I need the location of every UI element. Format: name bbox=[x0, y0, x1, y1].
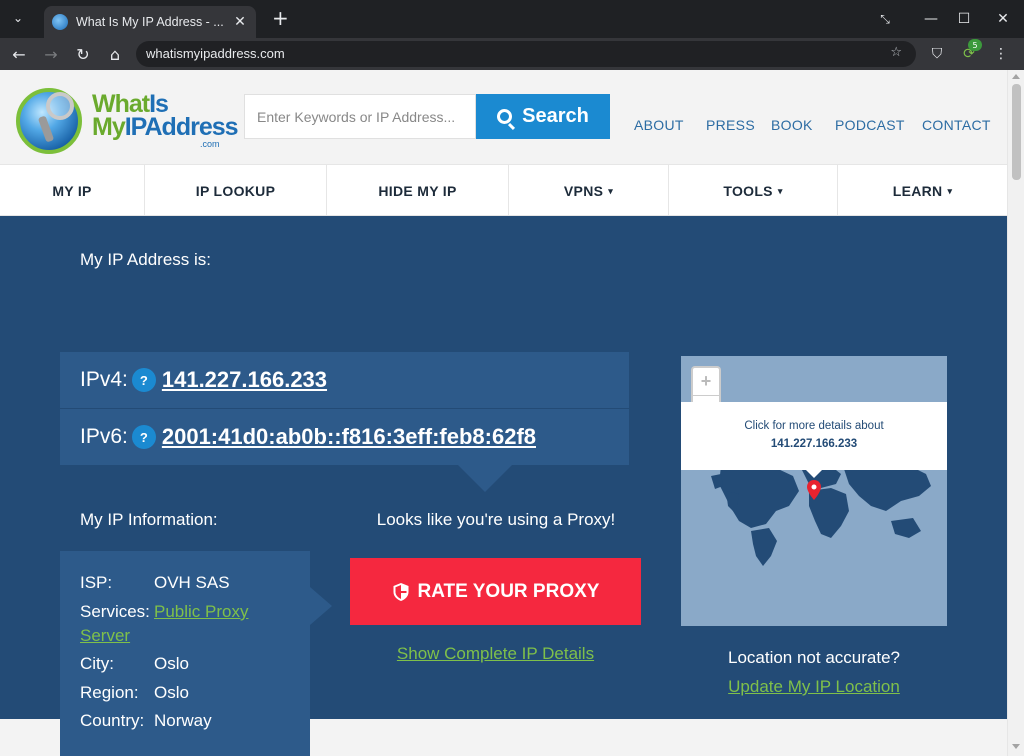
update-location-link[interactable]: Update My IP Location bbox=[681, 677, 947, 697]
location-map[interactable]: + − Click for more details about 141.227… bbox=[681, 356, 947, 626]
city-key: City: bbox=[80, 654, 114, 673]
search-button-label: Search bbox=[522, 105, 589, 127]
search-icon bbox=[497, 109, 513, 124]
services-link[interactable]: Public Proxy bbox=[154, 602, 248, 622]
browser-tab[interactable]: What Is My IP Address - ... ✕ bbox=[44, 6, 256, 38]
search-input[interactable] bbox=[245, 95, 475, 138]
browser-tab-bar: ⌄ What Is My IP Address - ... ✕ + ⤡ — ☐ … bbox=[0, 0, 1024, 38]
services-link-line2[interactable]: Server bbox=[80, 626, 130, 646]
scroll-thumb[interactable] bbox=[1012, 84, 1021, 180]
help-icon[interactable]: ? bbox=[131, 425, 156, 449]
nav-learn[interactable]: LEARN ▾ bbox=[838, 165, 1007, 217]
popup-tip bbox=[806, 470, 822, 478]
ipv6-row: IPv6: ? 2001:41d0:ab0b::f816:3eff:feb8:6… bbox=[60, 409, 629, 465]
region-key: Region: bbox=[80, 683, 139, 702]
maximize-icon[interactable]: ☐ bbox=[953, 8, 975, 30]
caret-down-icon: ▾ bbox=[608, 185, 614, 196]
nav-tools[interactable]: TOOLS ▾ bbox=[669, 165, 838, 217]
logo-suffix: .com bbox=[200, 139, 220, 149]
nav-ip-lookup[interactable]: IP LOOKUP bbox=[145, 165, 327, 217]
services-key: Services: bbox=[80, 602, 150, 621]
popup-ip: 141.227.166.233 bbox=[770, 438, 858, 450]
pointer-arrow bbox=[458, 465, 512, 492]
forward-icon[interactable]: → bbox=[40, 43, 62, 65]
ipv4-row: IPv4: ? 141.227.166.233 bbox=[60, 352, 629, 408]
shield-icon bbox=[393, 582, 409, 601]
info-pointer-arrow bbox=[310, 587, 332, 625]
about-link[interactable]: ABOUT bbox=[634, 117, 684, 133]
ip-info-box: ISP: OVH SAS Services: Public Proxy Serv… bbox=[60, 551, 310, 756]
ipv4-label: IPv4: bbox=[80, 368, 128, 391]
menu-icon[interactable]: ⋮ bbox=[990, 43, 1012, 65]
nav-hide-my-ip[interactable]: HIDE MY IP bbox=[327, 165, 509, 217]
shield-extension-icon[interactable]: ⛉ bbox=[926, 43, 948, 65]
logo-text-line2: MyIPAddress bbox=[92, 113, 239, 141]
scroll-down-icon[interactable] bbox=[1012, 744, 1020, 749]
press-link[interactable]: PRESS bbox=[706, 117, 755, 133]
caret-down-icon: ▾ bbox=[947, 185, 953, 196]
city-value: Oslo bbox=[154, 654, 189, 673]
ipv6-address[interactable]: 2001:41d0:ab0b::f816:3eff:feb8:62f8 bbox=[162, 424, 536, 450]
home-icon[interactable]: ⌂ bbox=[104, 43, 126, 65]
location-question: Location not accurate? bbox=[727, 648, 900, 667]
reload-icon[interactable]: ↻ bbox=[72, 43, 94, 65]
ipv4-address[interactable]: 141.227.166.233 bbox=[162, 367, 327, 393]
proxy-notice: Looks like you're using a Proxy! bbox=[376, 510, 616, 529]
book-link[interactable]: BOOK bbox=[771, 117, 813, 133]
search-field[interactable] bbox=[244, 94, 476, 139]
minimize-icon[interactable]: — bbox=[920, 8, 942, 30]
help-icon[interactable]: ? bbox=[131, 368, 156, 392]
ipv6-label: IPv6: bbox=[80, 425, 128, 448]
map-pin-icon[interactable] bbox=[807, 480, 821, 500]
site-header: WhatIs MyIPAddress .com Search ABOUT PRE… bbox=[0, 70, 1007, 164]
isp-value: OVH SAS bbox=[154, 573, 230, 592]
fullscreen-icon[interactable]: ⤡ bbox=[874, 8, 896, 30]
magnifier-icon bbox=[46, 92, 74, 120]
url-text: whatismyipaddress.com bbox=[146, 46, 285, 61]
region-value: Oslo bbox=[154, 683, 189, 702]
main-nav: MY IP IP LOOKUP HIDE MY IP VPNS ▾ TOOLS ▾ … bbox=[0, 164, 1007, 217]
zoom-in-button[interactable]: + bbox=[693, 368, 719, 396]
my-ip-heading: My IP Address is: bbox=[80, 250, 212, 269]
country-value: Norway bbox=[154, 711, 212, 730]
nav-vpns[interactable]: VPNS ▾ bbox=[509, 165, 669, 217]
scroll-up-icon[interactable] bbox=[1012, 74, 1020, 79]
tab-close-icon[interactable]: ✕ bbox=[232, 14, 248, 30]
page-viewport: WhatIs MyIPAddress .com Search ABOUT PRE… bbox=[0, 70, 1007, 756]
podcast-link[interactable]: PODCAST bbox=[835, 117, 905, 133]
ip-info-heading: My IP Information: bbox=[80, 510, 218, 529]
new-tab-icon[interactable]: + bbox=[272, 8, 289, 28]
rate-proxy-button[interactable]: RATE YOUR PROXY bbox=[350, 558, 641, 625]
map-popup[interactable]: Click for more details about 141.227.166… bbox=[681, 402, 947, 470]
bookmark-icon[interactable]: ☆ bbox=[890, 45, 902, 60]
caret-down-icon: ▾ bbox=[777, 185, 783, 196]
nav-my-ip[interactable]: MY IP bbox=[0, 165, 145, 217]
show-details-link[interactable]: Show Complete IP Details bbox=[350, 644, 641, 664]
country-key: Country: bbox=[80, 711, 145, 730]
isp-key: ISP: bbox=[80, 573, 113, 592]
extension-badge: 5 bbox=[968, 39, 982, 51]
tab-title: What Is My IP Address - ... bbox=[76, 15, 224, 29]
site-favicon-icon bbox=[52, 14, 68, 30]
search-button[interactable]: Search bbox=[476, 94, 610, 139]
back-icon[interactable]: ← bbox=[8, 43, 30, 65]
browser-toolbar: ← → ↻ ⌂ whatismyipaddress.com ☆ ⛉ ⟳ ⋮ bbox=[0, 38, 1024, 70]
address-bar[interactable]: whatismyipaddress.com ☆ bbox=[136, 41, 916, 67]
ip-info-section: My IP Address is: IPv4: ? 141.227.166.23… bbox=[0, 216, 1007, 756]
contact-link[interactable]: CONTACT bbox=[922, 117, 991, 133]
popup-text: Click for more details about bbox=[744, 420, 884, 432]
tab-search-icon[interactable]: ⌄ bbox=[8, 8, 28, 28]
window-close-icon[interactable]: ✕ bbox=[992, 8, 1014, 30]
site-logo[interactable]: WhatIs MyIPAddress .com bbox=[16, 88, 239, 158]
rate-proxy-label: RATE YOUR PROXY bbox=[417, 580, 600, 602]
page-scrollbar[interactable] bbox=[1007, 70, 1024, 756]
